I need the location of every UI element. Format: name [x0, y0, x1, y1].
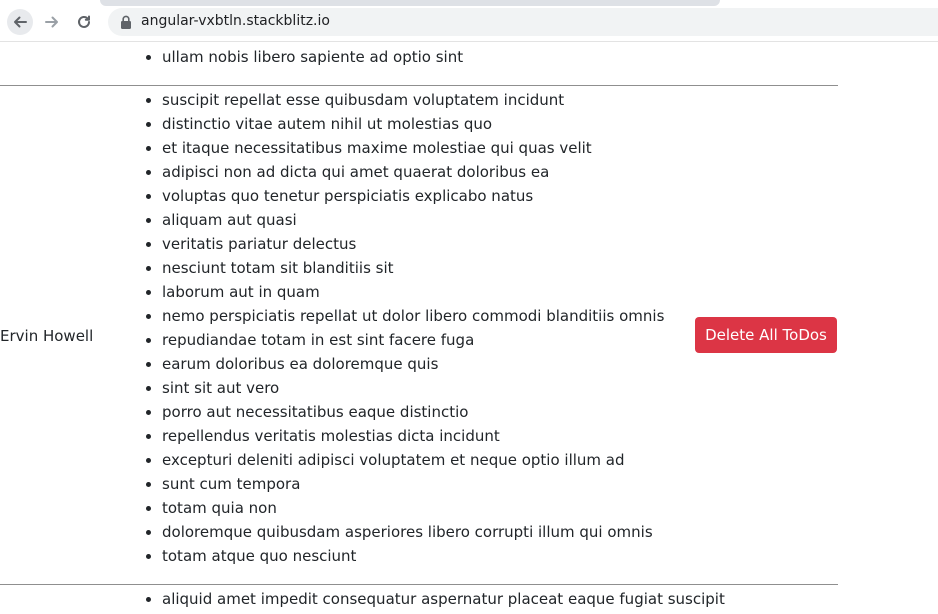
tab-strip	[100, 0, 720, 6]
todo-item: totam quia non	[162, 496, 664, 520]
todo-list-previous: ullam nobis libero sapiente ad optio sin…	[138, 45, 463, 69]
todo-item: aliquid amet impedit consequatur asperna…	[162, 587, 725, 611]
todo-item: adipisci non ad dicta qui amet quaerat d…	[162, 160, 664, 184]
url-text: angular-vxbtln.stackblitz.io	[141, 13, 330, 29]
todo-item: voluptas quo tenetur perspiciatis explic…	[162, 184, 664, 208]
todo-item: porro aut necessitatibus eaque distincti…	[162, 400, 664, 424]
todo-item: doloremque quibusdam asperiores libero c…	[162, 520, 664, 544]
todo-item: laborum aut in quam	[162, 280, 664, 304]
arrow-left-icon	[14, 16, 27, 28]
todo-item: aliquam aut quasi	[162, 208, 664, 232]
todo-item: suscipit repellat esse quibusdam volupta…	[162, 88, 664, 112]
forward-button[interactable]	[39, 9, 65, 35]
user-name: Ervin Howell	[0, 327, 94, 345]
lock-icon	[121, 15, 131, 29]
row-divider	[0, 584, 838, 585]
address-bar[interactable]: angular-vxbtln.stackblitz.io	[108, 8, 938, 36]
todo-item: excepturi deleniti adipisci voluptatem e…	[162, 448, 664, 472]
todo-item: veritatis pariatur delectus	[162, 232, 664, 256]
todo-list-ervin-howell: suscipit repellat esse quibusdam volupta…	[138, 88, 664, 568]
row-divider	[0, 85, 838, 86]
todo-item: distinctio vitae autem nihil ut molestia…	[162, 112, 664, 136]
todo-list-next: aliquid amet impedit consequatur asperna…	[138, 587, 725, 611]
arrow-right-icon	[45, 16, 58, 28]
todo-item: et itaque necessitatibus maxime molestia…	[162, 136, 664, 160]
todo-item: nesciunt totam sit blanditiis sit	[162, 256, 664, 280]
todo-item: repellendus veritatis molestias dicta in…	[162, 424, 664, 448]
page: ullam nobis libero sapiente ad optio sin…	[0, 0, 938, 614]
todo-item: sunt cum tempora	[162, 472, 664, 496]
browser-toolbar: angular-vxbtln.stackblitz.io	[0, 0, 938, 42]
todo-item: repudiandae totam in est sint facere fug…	[162, 328, 664, 352]
delete-all-todos-button[interactable]: Delete All ToDos	[695, 317, 837, 353]
todo-item: totam atque quo nesciunt	[162, 544, 664, 568]
todo-item: ullam nobis libero sapiente ad optio sin…	[162, 45, 463, 69]
back-button[interactable]	[7, 9, 33, 35]
reload-button[interactable]	[71, 9, 97, 35]
todo-item: nemo perspiciatis repellat ut dolor libe…	[162, 304, 664, 328]
todo-item: sint sit aut vero	[162, 376, 664, 400]
todo-item: earum doloribus ea doloremque quis	[162, 352, 664, 376]
reload-icon	[78, 15, 90, 28]
